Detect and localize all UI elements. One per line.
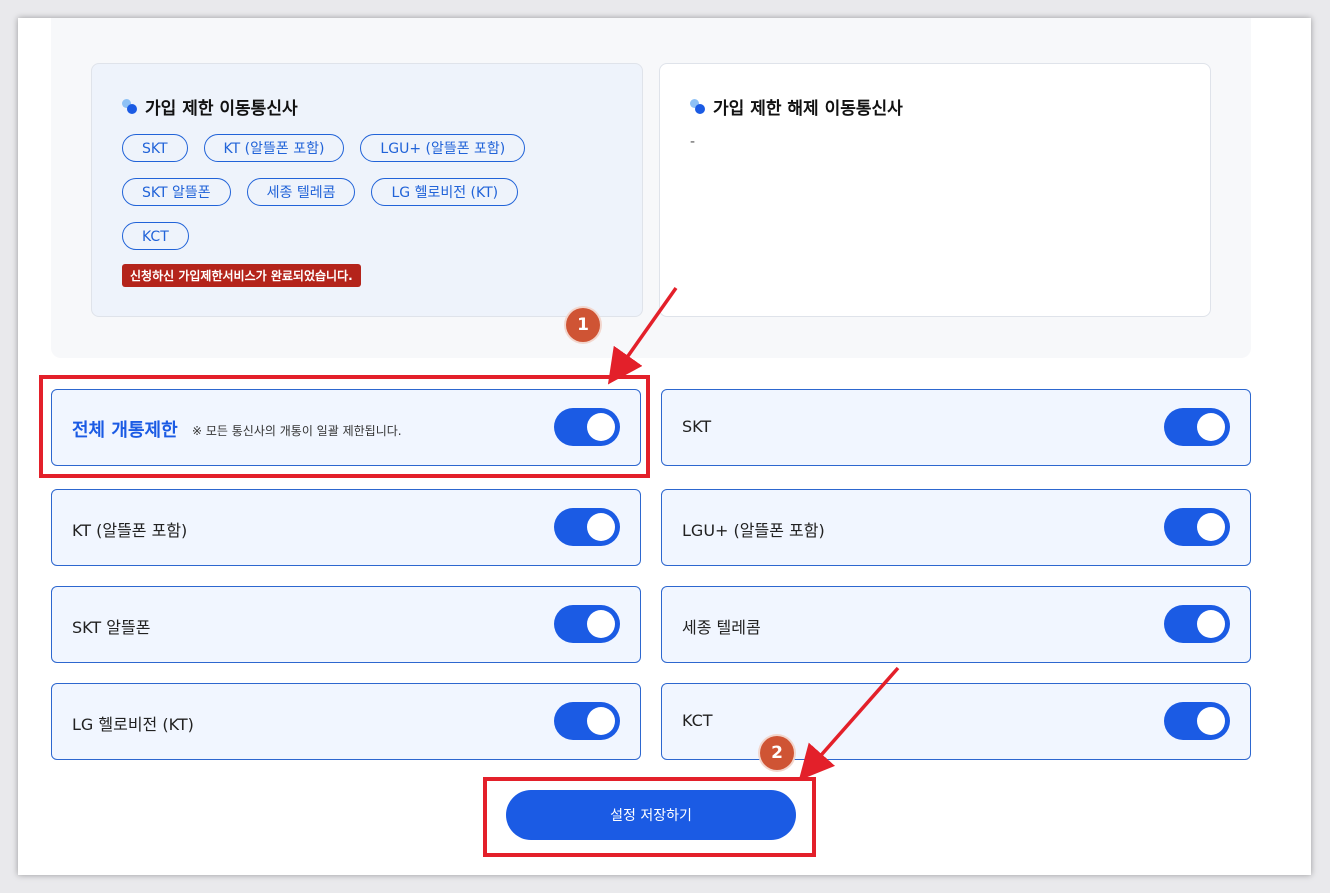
bullet-dot-icon	[690, 99, 705, 114]
toggle-row-skt: SKT	[661, 389, 1251, 466]
toggle-switch-lg-hello[interactable]	[554, 702, 620, 740]
toggle-label-all: 전체 개통제한	[72, 420, 178, 441]
toggle-label-kct: KCT	[682, 711, 713, 730]
toggle-knob	[1197, 413, 1225, 441]
released-carriers-value: -	[690, 134, 696, 150]
carrier-chip: LGU+ (알뜰폰 포함)	[360, 134, 526, 162]
carrier-chip: LG 헬로비전 (KT)	[371, 178, 519, 206]
toggle-switch-kct[interactable]	[1164, 702, 1230, 740]
completion-notice: 신청하신 가입제한서비스가 완료되었습니다.	[122, 264, 361, 287]
carrier-chip: 세종 텔레콤	[246, 178, 356, 206]
toggle-switch-all[interactable]	[554, 408, 620, 446]
released-panel-title-text: 가입 제한 해제 이동통신사	[713, 99, 903, 119]
carrier-chip: KT (알뜰폰 포함)	[203, 134, 345, 162]
toggle-note-all: ※ 모든 통신사의 개통이 일괄 제한됩니다.	[192, 424, 402, 438]
toggle-label-skt: SKT	[682, 417, 712, 436]
restricted-panel-title-text: 가입 제한 이동통신사	[145, 99, 298, 119]
toggle-switch-kt[interactable]	[554, 508, 620, 546]
toggle-knob	[1197, 513, 1225, 541]
toggle-label-lg-hello: LG 헬로비전 (KT)	[72, 715, 194, 734]
restricted-chip-list: SKT KT (알뜰폰 포함) LGU+ (알뜰폰 포함) SKT 알뜰폰 세종…	[122, 134, 592, 250]
toggle-row-all: 전체 개통제한 ※ 모든 통신사의 개통이 일괄 제한됩니다.	[51, 389, 641, 466]
toggle-label-lgu: LGU+ (알뜰폰 포함)	[682, 521, 825, 540]
toggle-knob	[587, 513, 615, 541]
toggle-switch-lgu[interactable]	[1164, 508, 1230, 546]
carrier-chip: SKT	[122, 134, 188, 162]
toggle-switch-sejong[interactable]	[1164, 605, 1230, 643]
page-frame: 가입 제한 이동통신사 SKT KT (알뜰폰 포함) LGU+ (알뜰폰 포함…	[18, 18, 1311, 875]
toggle-row-lg-hello: LG 헬로비전 (KT)	[51, 683, 641, 760]
toggle-knob	[1197, 610, 1225, 638]
bullet-dot-icon	[122, 99, 137, 114]
toggle-knob	[587, 707, 615, 735]
toggle-knob	[1197, 707, 1225, 735]
annotation-badge-1: 1	[566, 308, 600, 342]
toggle-switch-skt-mvno[interactable]	[554, 605, 620, 643]
carrier-chip: KCT	[122, 222, 189, 250]
toggle-label-skt-mvno: SKT 알뜰폰	[72, 618, 151, 637]
carrier-chip: SKT 알뜰폰	[122, 178, 231, 206]
toggle-row-sejong: 세종 텔레콤	[661, 586, 1251, 663]
toggle-label-kt: KT (알뜰폰 포함)	[72, 521, 188, 540]
released-panel-title: 가입 제한 해제 이동통신사	[690, 94, 903, 119]
toggle-row-lgu: LGU+ (알뜰폰 포함)	[661, 489, 1251, 566]
restricted-panel-title: 가입 제한 이동통신사	[122, 94, 298, 119]
toggle-row-skt-mvno: SKT 알뜰폰	[51, 586, 641, 663]
toggle-label-sejong: 세종 텔레콤	[682, 618, 761, 637]
save-settings-button[interactable]: 설정 저장하기	[506, 790, 796, 840]
toggle-knob	[587, 413, 615, 441]
annotation-badge-2: 2	[760, 736, 794, 770]
toggle-switch-skt[interactable]	[1164, 408, 1230, 446]
released-carriers-panel: 가입 제한 해제 이동통신사 -	[659, 63, 1211, 317]
toggle-row-kt: KT (알뜰폰 포함)	[51, 489, 641, 566]
toggle-knob	[587, 610, 615, 638]
restricted-carriers-panel: 가입 제한 이동통신사 SKT KT (알뜰폰 포함) LGU+ (알뜰폰 포함…	[91, 63, 643, 317]
toggle-row-kct: KCT	[661, 683, 1251, 760]
